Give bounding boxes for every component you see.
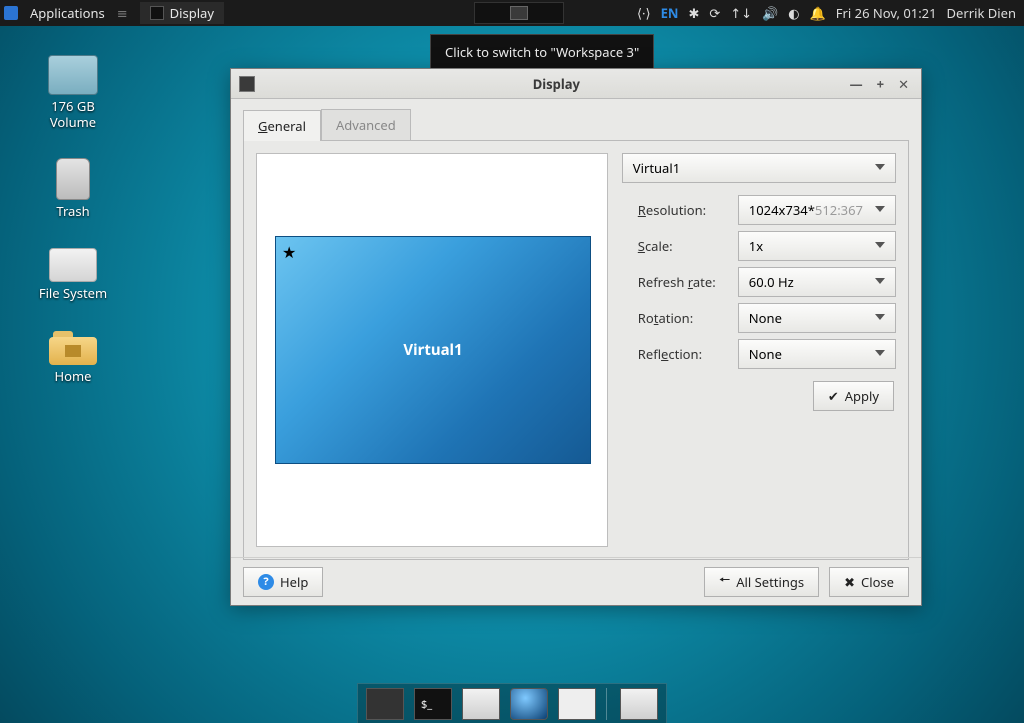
desktop-icon-label: 176 GB Volume — [18, 99, 128, 130]
scale-select[interactable]: 1x — [738, 231, 896, 261]
help-button[interactable]: ? Help — [243, 567, 323, 597]
bluetooth-icon[interactable]: ✱ — [688, 4, 699, 22]
dock-appfinder-launcher[interactable] — [558, 688, 596, 720]
bottom-dock — [357, 683, 667, 723]
resolution-label: Resolution: — [638, 201, 738, 219]
monitor-preview-label: Virtual1 — [403, 340, 462, 360]
display-settings-window: Display — + ✕ General Advanced ★ Virtual… — [230, 68, 922, 606]
chevron-down-icon — [875, 278, 885, 284]
dock-browser-launcher[interactable] — [510, 688, 548, 720]
chevron-down-icon — [875, 350, 885, 356]
apply-button-label: Apply — [845, 387, 879, 405]
trash-icon — [56, 158, 90, 200]
window-app-icon — [239, 76, 255, 92]
close-dialog-label: Close — [861, 573, 894, 591]
power-icon[interactable]: ◐ — [788, 4, 799, 22]
rotation-value: None — [749, 309, 782, 327]
desktop-icon-filesystem[interactable]: File System — [18, 248, 128, 302]
display-controls: Virtual1 Resolution: 1024x734* 512:367 S… — [622, 153, 896, 547]
refresh-label: Refresh rate: — [638, 273, 738, 291]
all-settings-label: All Settings — [736, 573, 804, 591]
desktop-icon-home[interactable]: Home — [18, 329, 128, 385]
resolution-select[interactable]: 1024x734* 512:367 — [738, 195, 896, 225]
window-title: Display — [263, 75, 850, 93]
notebook: General Advanced ★ Virtual1 Virtual1 — [231, 99, 921, 560]
reflection-label: Reflection: — [638, 345, 738, 363]
user-menu[interactable]: Derrik Dien — [947, 4, 1016, 22]
keyboard-layout-indicator[interactable]: EN — [661, 4, 679, 22]
scale-value: 1x — [749, 237, 763, 255]
desktop-icon-label: File System — [18, 286, 128, 302]
chevron-down-icon — [875, 314, 885, 320]
chevron-down-icon — [875, 242, 885, 248]
volume-icon[interactable]: 🔊 — [762, 4, 778, 22]
refresh-rate-select[interactable]: 60.0 Hz — [738, 267, 896, 297]
dialog-action-area: ? Help 🠔 All Settings ✖ Close — [231, 557, 921, 605]
resolution-value: 1024x734* — [749, 201, 815, 219]
applications-menu[interactable]: Applications — [24, 4, 111, 22]
tab-bar: General Advanced — [243, 109, 909, 140]
minimize-button[interactable]: — — [850, 75, 863, 93]
apply-button[interactable]: ✔ Apply — [813, 381, 894, 411]
reflection-value: None — [749, 345, 782, 363]
network-icon[interactable]: ⟨·⟩ — [637, 4, 651, 22]
xfce-menu-icon[interactable] — [4, 6, 18, 20]
reflection-select[interactable]: None — [738, 339, 896, 369]
tab-page-general: ★ Virtual1 Virtual1 Resolution: 1024x734… — [243, 140, 909, 560]
panel-separator-icon: ≡ — [117, 4, 128, 22]
home-folder-icon — [49, 329, 97, 365]
primary-display-star-icon: ★ — [282, 241, 296, 263]
tab-general[interactable]: General — [243, 110, 321, 141]
output-selector-value: Virtual1 — [633, 159, 680, 177]
desktop: Applications ≡ Display ⟨·⟩ EN ✱ ⟳ ↑↓ 🔊 ◐… — [0, 0, 1024, 723]
chevron-down-icon — [875, 206, 885, 212]
close-button[interactable]: ✕ — [898, 75, 909, 93]
titlebar[interactable]: Display — + ✕ — [231, 69, 921, 99]
dock-launcher-1[interactable] — [366, 688, 404, 720]
output-selector[interactable]: Virtual1 — [622, 153, 896, 183]
desktop-icon-trash[interactable]: Trash — [18, 158, 128, 220]
harddrive-icon — [49, 248, 97, 282]
all-settings-button[interactable]: 🠔 All Settings — [704, 567, 819, 597]
dock-terminal-launcher[interactable] — [414, 688, 452, 720]
maximize-button[interactable]: + — [877, 75, 884, 93]
back-arrow-icon: 🠔 — [719, 570, 730, 593]
dock-separator — [606, 688, 610, 720]
desktop-icon-area: 176 GB Volume Trash File System Home — [18, 55, 128, 413]
workspace-tooltip: Click to switch to "Workspace 3" — [430, 34, 654, 70]
rotation-select[interactable]: None — [738, 303, 896, 333]
tab-advanced-label: Advanced — [336, 116, 396, 134]
desktop-icon-label: Home — [18, 369, 128, 385]
help-icon: ? — [258, 574, 274, 590]
sync-icon[interactable]: ⟳ — [709, 4, 720, 22]
desktop-icon-label: Trash — [18, 204, 128, 220]
clock[interactable]: Fri 26 Nov, 01:21 — [836, 4, 937, 22]
tab-advanced[interactable]: Advanced — [321, 109, 411, 140]
window-list-app-icon — [150, 6, 164, 20]
window-list-item-display[interactable]: Display — [140, 2, 224, 24]
refresh-rate-value: 60.0 Hz — [749, 273, 794, 291]
check-icon: ✔ — [828, 387, 839, 405]
chevron-down-icon — [875, 164, 885, 170]
disk-icon — [48, 55, 98, 95]
help-button-label: Help — [280, 573, 308, 591]
workspace-pager[interactable] — [474, 2, 564, 24]
close-icon: ✖ — [844, 573, 855, 591]
desktop-icon-volume[interactable]: 176 GB Volume — [18, 55, 128, 130]
workspace-thumbnail — [510, 6, 528, 20]
display-layout-preview[interactable]: ★ Virtual1 — [256, 153, 608, 547]
top-panel: Applications ≡ Display ⟨·⟩ EN ✱ ⟳ ↑↓ 🔊 ◐… — [0, 0, 1024, 26]
close-dialog-button[interactable]: ✖ Close — [829, 567, 909, 597]
window-list-title: Display — [170, 4, 214, 22]
rotation-label: Rotation: — [638, 309, 738, 327]
monitor-preview[interactable]: ★ Virtual1 — [275, 236, 591, 464]
system-tray: ⟨·⟩ EN ✱ ⟳ ↑↓ 🔊 ◐ 🔔 Fri 26 Nov, 01:21 De… — [637, 4, 1024, 22]
resolution-ratio: 512:367 — [815, 201, 863, 219]
dock-folder-launcher[interactable] — [620, 688, 658, 720]
notification-bell-icon[interactable]: 🔔 — [810, 4, 826, 22]
updown-icon[interactable]: ↑↓ — [730, 4, 752, 22]
scale-label: Scale: — [638, 237, 738, 255]
dock-filemanager-launcher[interactable] — [462, 688, 500, 720]
